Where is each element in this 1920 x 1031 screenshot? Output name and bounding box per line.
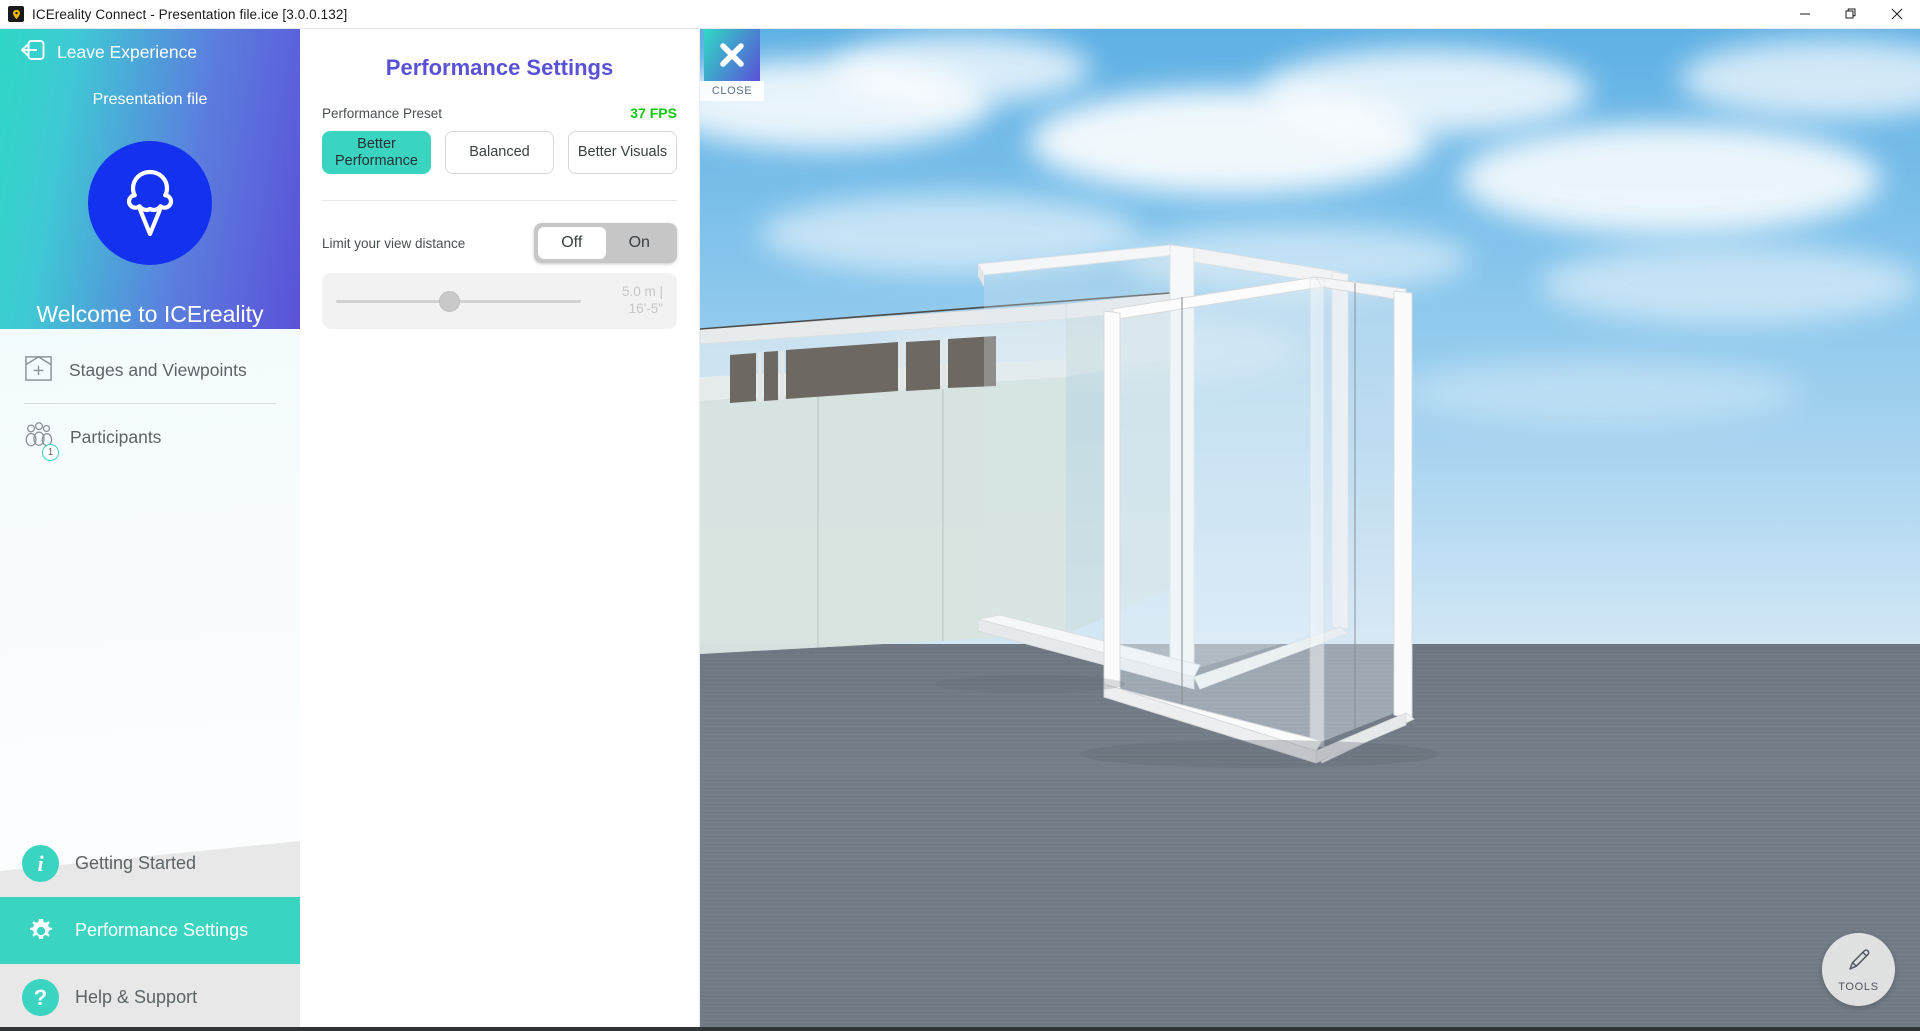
presentation-file-name: Presentation file bbox=[92, 91, 208, 108]
app-icon bbox=[8, 6, 24, 22]
glass-enclosure bbox=[1103, 276, 1415, 764]
sidebar-item-label: Getting Started bbox=[75, 853, 197, 873]
sidebar-bottom-nav: i Getting Started Performance Settings ?… bbox=[0, 830, 300, 1031]
info-icon: i bbox=[22, 845, 59, 882]
sidebar-header: Leave Experience Presentation file Welco… bbox=[0, 29, 300, 329]
page-title: Performance Settings bbox=[385, 55, 614, 80]
architectural-scene bbox=[700, 244, 1440, 768]
leave-experience-label: Leave Experience bbox=[57, 41, 198, 62]
leave-experience-button[interactable]: Leave Experience bbox=[20, 35, 197, 69]
minimize-button[interactable] bbox=[1782, 0, 1828, 29]
pencil-icon bbox=[1845, 946, 1873, 979]
tools-button[interactable]: TOOLS bbox=[1822, 933, 1895, 1006]
performance-preset-section: Performance Preset 37 FPS Better Perform… bbox=[322, 81, 677, 329]
restore-button[interactable] bbox=[1828, 0, 1874, 29]
participants-count-badge: 1 bbox=[42, 444, 59, 461]
sidebar-item-performance-settings[interactable]: Performance Settings bbox=[0, 897, 300, 964]
slider-handle[interactable] bbox=[438, 291, 460, 312]
sidebar-item-stages-and-viewpoints[interactable]: Stages and Viewpoints bbox=[0, 341, 300, 399]
x-icon bbox=[720, 43, 744, 67]
sidebar-item-label: Performance Settings bbox=[75, 920, 249, 940]
transom-panel bbox=[730, 353, 756, 403]
sidebar-item-label: Stages and Viewpoints bbox=[69, 359, 247, 380]
3d-viewport[interactable]: CLOSE TOOLS bbox=[700, 29, 1920, 1031]
slider-value: 5.0 m | 16'-5" bbox=[593, 284, 663, 318]
view-distance-row: Limit your view distance Off On bbox=[322, 223, 677, 263]
preset-better-visuals-button[interactable]: Better Visuals bbox=[568, 131, 677, 174]
sidebar-item-getting-started[interactable]: i Getting Started bbox=[0, 830, 300, 897]
window-close-button[interactable] bbox=[1874, 0, 1920, 29]
window-titlebar: ICEreality Connect - Presentation file.i… bbox=[0, 0, 1920, 29]
view-distance-slider[interactable] bbox=[336, 291, 581, 312]
preset-header-row: Performance Preset 37 FPS bbox=[322, 105, 677, 121]
transom-panel bbox=[906, 340, 940, 391]
add-stage-icon bbox=[24, 353, 53, 387]
performance-preset-label: Performance Preset bbox=[322, 106, 443, 121]
slider-value-imperial: 16'-5" bbox=[628, 301, 663, 316]
sidebar-body: Stages and Viewpoints 1 Participants i G… bbox=[0, 329, 300, 1031]
limit-view-distance-label: Limit your view distance bbox=[322, 235, 466, 251]
sidebar-item-help-and-support[interactable]: ? Help & Support bbox=[0, 964, 300, 1031]
view-distance-toggle[interactable]: Off On bbox=[534, 223, 677, 263]
performance-settings-panel: Performance Settings Performance Preset … bbox=[300, 29, 700, 1031]
preset-better-performance-button[interactable]: Better Performance bbox=[322, 131, 431, 174]
sidebar-item-label: Participants bbox=[70, 426, 162, 447]
ice-cream-cone-icon bbox=[88, 141, 212, 265]
transom-panel bbox=[764, 351, 778, 401]
close-experience-button[interactable] bbox=[704, 29, 760, 81]
sidebar-divider bbox=[24, 403, 276, 404]
toggle-option-off[interactable]: Off bbox=[538, 227, 606, 259]
bottom-edge-bar bbox=[0, 1027, 1920, 1031]
leave-experience-icon bbox=[20, 38, 46, 67]
sidebar-item-participants[interactable]: 1 Participants bbox=[0, 408, 300, 466]
gear-icon bbox=[22, 916, 59, 946]
tools-button-label: TOOLS bbox=[1838, 981, 1879, 993]
view-distance-slider-card: 5.0 m | 16'-5" bbox=[322, 273, 677, 329]
preset-balanced-button[interactable]: Balanced bbox=[445, 131, 554, 174]
window-title: ICEreality Connect - Presentation file.i… bbox=[32, 6, 348, 22]
toggle-option-on[interactable]: On bbox=[606, 227, 674, 259]
preset-button-group: Better Performance Balanced Better Visua… bbox=[322, 131, 677, 174]
sidebar-item-label: Help & Support bbox=[75, 987, 198, 1007]
question-icon: ? bbox=[22, 979, 59, 1016]
fps-counter: 37 FPS bbox=[630, 105, 677, 121]
section-divider bbox=[322, 200, 677, 201]
close-button-label: CLOSE bbox=[700, 81, 764, 101]
slider-value-metric: 5.0 m | bbox=[621, 284, 663, 300]
sidebar: Leave Experience Presentation file Welco… bbox=[0, 29, 300, 1031]
welcome-message: Welcome to ICEreality bbox=[36, 301, 264, 327]
transom-panel bbox=[786, 342, 898, 399]
